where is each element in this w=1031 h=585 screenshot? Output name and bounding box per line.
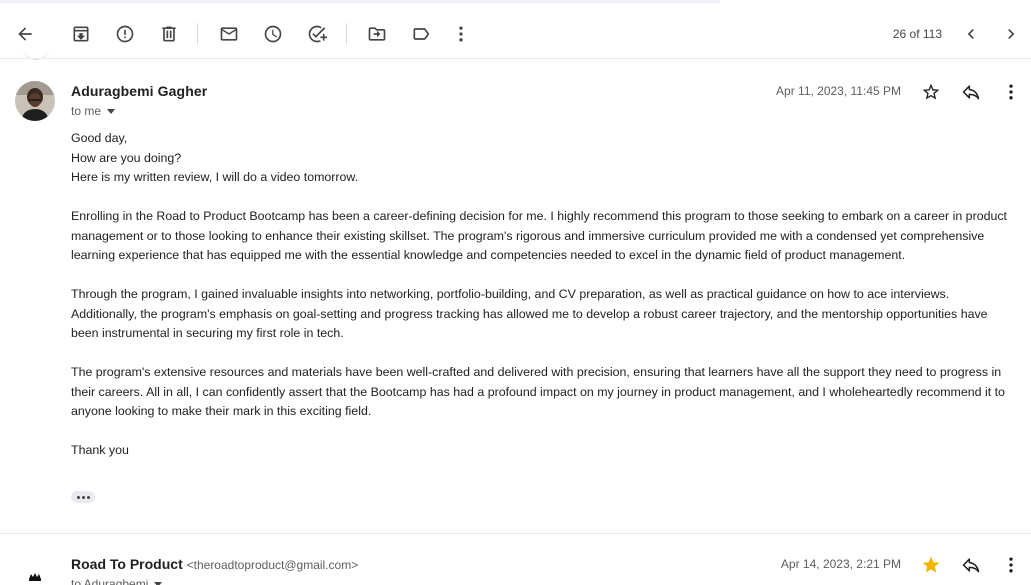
- star-button[interactable]: [919, 80, 943, 104]
- avatar[interactable]: [15, 556, 55, 585]
- reply-icon: [962, 558, 980, 573]
- label-icon: [413, 28, 430, 40]
- crown-logo-icon: [29, 573, 41, 581]
- recipient-details-toggle[interactable]: to me: [71, 104, 116, 118]
- trash-icon: [162, 26, 176, 42]
- star-outline-icon: [922, 83, 940, 100]
- body-paragraph: The program's extensive resources and ma…: [71, 365, 1005, 418]
- report-icon: [116, 25, 134, 43]
- body-line: Good day,: [71, 131, 128, 145]
- star-filled-icon: [922, 556, 940, 573]
- message-toolbar: 26 of 113: [0, 0, 1031, 58]
- add-to-tasks-button[interactable]: [302, 19, 332, 49]
- sender-email: <theroadtoproduct@gmail.com>: [186, 558, 359, 572]
- toolbar-separator: [197, 23, 198, 45]
- message-divider: [0, 533, 1031, 534]
- avatar[interactable]: [15, 81, 55, 121]
- reply-icon: [962, 85, 980, 100]
- dot: [86, 495, 90, 499]
- avatar-image: [15, 81, 55, 121]
- more-vert-icon: [459, 26, 463, 42]
- snooze-button[interactable]: [258, 19, 288, 49]
- report-spam-button[interactable]: [110, 19, 140, 49]
- sender-name[interactable]: Aduragbemi Gagher: [71, 83, 207, 99]
- star-button[interactable]: [919, 553, 943, 577]
- more-actions-button[interactable]: [446, 19, 476, 49]
- archive-icon: [73, 26, 89, 42]
- pagination-count: 26 of 113: [892, 27, 942, 41]
- reply-button[interactable]: [959, 553, 983, 577]
- reply-button[interactable]: [959, 80, 983, 104]
- delete-button[interactable]: [154, 19, 184, 49]
- arrow-left-icon: [18, 27, 32, 41]
- folder-move-icon: [368, 27, 386, 41]
- newer-button[interactable]: [956, 19, 986, 49]
- more-vert-icon: [1009, 557, 1013, 573]
- more-vert-icon: [1009, 84, 1013, 100]
- body-line: Here is my written review, I will do a v…: [71, 170, 359, 184]
- archive-button[interactable]: [66, 19, 96, 49]
- body-paragraph: Through the program, I gained invaluable…: [71, 287, 988, 340]
- body-line: How are you doing?: [71, 150, 182, 165]
- message-divider: [0, 58, 1031, 59]
- older-button[interactable]: [996, 19, 1026, 49]
- message-date: Apr 11, 2023, 11:45 PM: [776, 84, 901, 98]
- clock-icon: [264, 25, 282, 43]
- recipient-details-toggle[interactable]: to Aduragbemi: [71, 577, 163, 585]
- label-button[interactable]: [406, 19, 436, 49]
- mark-unread-button[interactable]: [214, 19, 244, 49]
- sender-line[interactable]: Road To Product <theroadtoproduct@gmail.…: [71, 556, 358, 572]
- message-more-button[interactable]: [999, 80, 1023, 104]
- message-body: Good day, How are you doing? Here is my …: [71, 129, 1016, 461]
- chevron-left-icon: [967, 29, 974, 39]
- body-line: Thank you: [71, 443, 129, 457]
- toolbar-separator: [346, 23, 347, 45]
- sender-name: Road To Product: [71, 556, 183, 572]
- recipient-label: to Aduragbemi: [71, 577, 149, 585]
- toolbar-top-line: [0, 0, 720, 3]
- mail-icon: [220, 27, 238, 41]
- add-task-icon: [308, 25, 327, 43]
- message-date: Apr 14, 2023, 2:21 PM: [780, 557, 901, 571]
- recipient-label: to me: [71, 104, 102, 118]
- message-more-button[interactable]: [999, 553, 1023, 577]
- move-to-button[interactable]: [362, 19, 392, 49]
- dot: [76, 495, 80, 499]
- body-paragraph: Enrolling in the Road to Product Bootcam…: [71, 209, 1008, 262]
- show-trimmed-content-button[interactable]: [71, 491, 95, 503]
- caret-down-icon: [107, 109, 116, 114]
- dot: [81, 495, 85, 499]
- chevron-right-icon: [1008, 29, 1015, 39]
